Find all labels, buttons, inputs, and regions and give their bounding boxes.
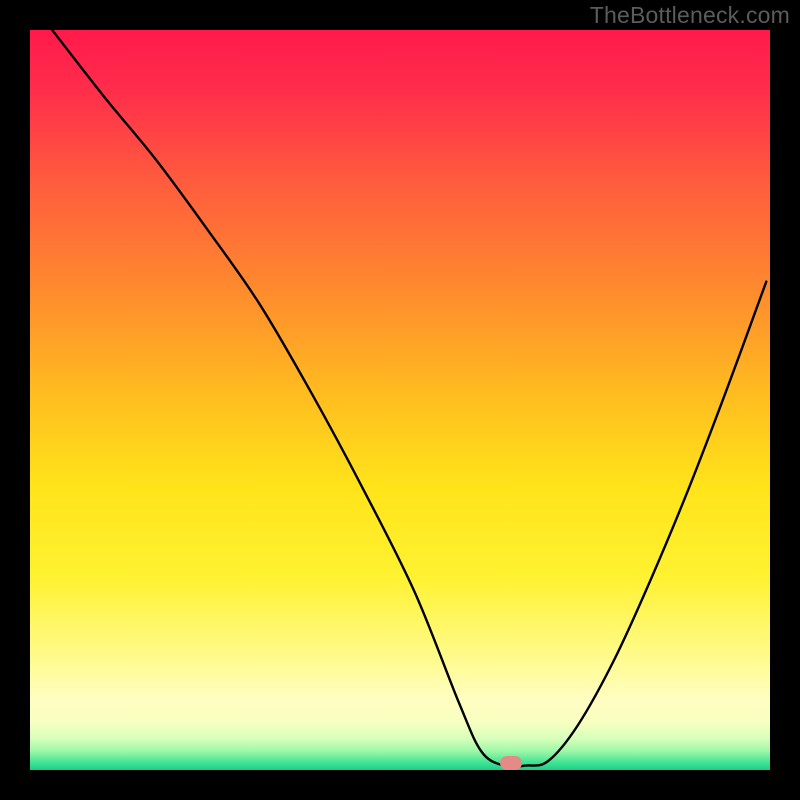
chart-stage: TheBottleneck.com [0,0,800,800]
watermark-label: TheBottleneck.com [590,2,790,29]
plot-svg [30,30,770,770]
plot-frame [30,30,770,770]
optimal-marker [500,756,522,770]
plot-area [30,30,770,770]
